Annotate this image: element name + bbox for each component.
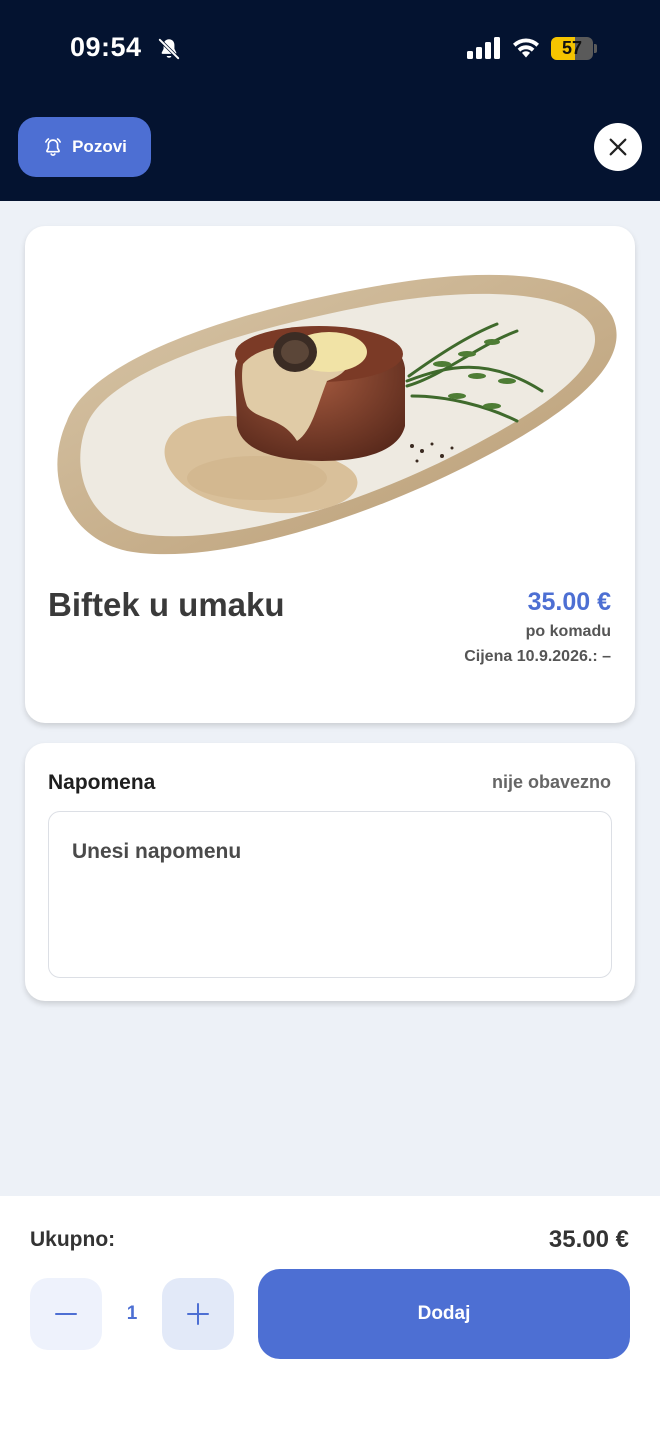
dish-image bbox=[57, 274, 617, 555]
close-icon bbox=[609, 138, 627, 156]
decrease-quantity-button[interactable] bbox=[30, 1278, 102, 1350]
product-name: Biftek u umaku bbox=[48, 586, 285, 623]
status-time: 09:54 bbox=[70, 32, 142, 62]
price-unit: po komadu bbox=[525, 623, 611, 640]
call-waiter-label: Pozovi bbox=[72, 137, 127, 156]
increase-quantity-button[interactable] bbox=[162, 1278, 234, 1350]
note-optional-label: nije obavezno bbox=[491, 772, 611, 792]
total-value: 35.00 € bbox=[548, 1226, 629, 1253]
quantity-value: 1 bbox=[126, 1303, 138, 1324]
order-footer: Ukupno: 35.00 € 1 Dodaj bbox=[0, 1196, 660, 1434]
close-button[interactable] bbox=[594, 123, 642, 171]
battery-body: 57 bbox=[551, 37, 593, 60]
battery-level: 57 bbox=[561, 38, 583, 58]
call-waiter-button[interactable]: Pozovi bbox=[18, 117, 151, 177]
product-card: Biftek u umaku 35.00 € po komadu Cijena … bbox=[25, 226, 635, 723]
battery-tip bbox=[594, 44, 597, 53]
bell-off-icon bbox=[158, 38, 180, 60]
plus-icon bbox=[187, 1303, 209, 1325]
wifi-icon bbox=[513, 38, 539, 58]
total-label: Ukupno: bbox=[30, 1228, 116, 1251]
add-button-label: Dodaj bbox=[417, 1303, 471, 1324]
note-card: Napomena nije obavezno bbox=[25, 743, 635, 1001]
app-header: 09:54 57 Pozovi bbox=[0, 0, 660, 201]
battery-icon: 57 bbox=[551, 37, 597, 60]
note-title: Napomena bbox=[48, 771, 156, 794]
bell-icon bbox=[45, 138, 62, 156]
add-to-order-button[interactable]: Dodaj bbox=[258, 1269, 630, 1359]
minus-icon bbox=[55, 1313, 77, 1315]
product-price: 35.00 € bbox=[527, 588, 611, 616]
signal-icon bbox=[467, 37, 500, 59]
note-input[interactable] bbox=[48, 811, 612, 978]
price-date: Cijena 10.9.2026.: – bbox=[464, 648, 611, 665]
